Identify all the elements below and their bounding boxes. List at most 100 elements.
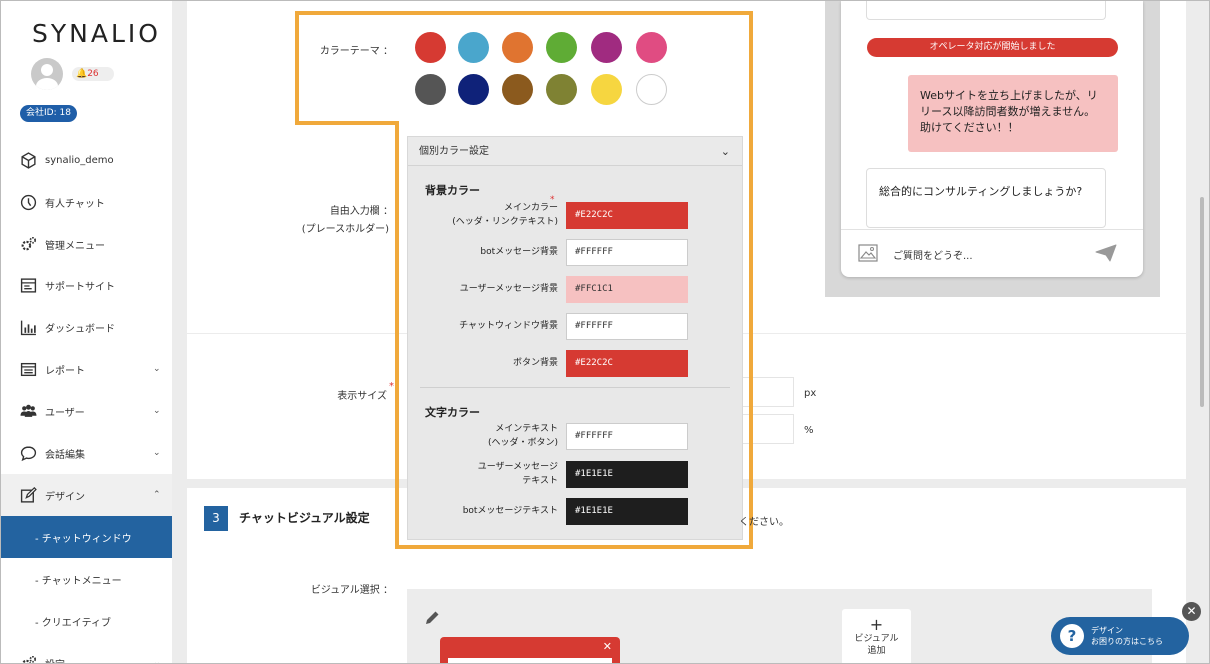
- sidebar-item-conversation-edit[interactable]: 会話編集 ⌄: [1, 432, 172, 474]
- chevron-down-icon: ⌄: [153, 406, 161, 416]
- app-window: SYNALIO 🔔26 会社ID: 18 synalio_demo 有人チャット…: [0, 0, 1210, 664]
- chat-preview-window: オペレータ対応が開始しました Webサイトを立ち上げましたが、リリース以降訪問者…: [841, 1, 1143, 277]
- avatar[interactable]: [31, 58, 63, 90]
- color-field-label-line-2: テキスト: [522, 476, 558, 486]
- sidebar: SYNALIO 🔔26 会社ID: 18 synalio_demo 有人チャット…: [1, 1, 172, 664]
- chevron-down-icon: ⌄: [153, 448, 161, 458]
- color-swatch[interactable]: [415, 74, 446, 105]
- close-icon[interactable]: ✕: [603, 640, 612, 653]
- sidebar-item-label: デザイン: [45, 491, 85, 503]
- color-swatch[interactable]: [415, 32, 446, 63]
- chevron-down-icon: ⌄: [153, 364, 161, 374]
- chat-icon: [20, 445, 37, 461]
- sidebar-item-label: synalio_demo: [45, 154, 114, 166]
- visual-thumbnail[interactable]: ✕: [440, 637, 620, 663]
- background-color-section-title: 背景カラー: [425, 184, 480, 197]
- chat-input-bar[interactable]: ご質問をどうぞ...: [841, 229, 1143, 277]
- help-close-button[interactable]: ✕: [1182, 602, 1201, 621]
- visual-select-label: ビジュアル選択 ：: [310, 585, 393, 596]
- color-field-label: ボタン背景: [418, 356, 558, 370]
- color-swatch[interactable]: [591, 74, 622, 105]
- color-swatch[interactable]: [546, 32, 577, 63]
- color-swatch[interactable]: [636, 32, 667, 63]
- sidebar-item-label: レポート: [45, 365, 85, 377]
- send-icon[interactable]: [1095, 244, 1117, 262]
- previous-message-bubble: [866, 1, 1106, 20]
- sidebar-item-label: サポートサイト: [45, 281, 115, 293]
- sidebar-item-settings[interactable]: 設定 ⌄: [1, 642, 172, 664]
- color-field-input[interactable]: #FFFFFF: [566, 239, 688, 266]
- sidebar-item-design[interactable]: デザイン ⌃: [1, 474, 172, 516]
- color-swatch[interactable]: [458, 32, 489, 63]
- list-icon: [20, 362, 37, 376]
- color-field-label: メインカラー (ヘッダ・リンクテキスト): [418, 201, 558, 229]
- cube-icon: [21, 151, 36, 169]
- edit-icon: [20, 486, 37, 503]
- color-field-label-line-1: ユーザーメッセージ: [477, 462, 558, 472]
- sidebar-item-label: 設定: [45, 656, 65, 664]
- section-hint: ください。: [739, 517, 789, 528]
- color-field-label: botメッセージテキスト: [418, 504, 558, 518]
- individual-color-header[interactable]: 個別カラー設定 ⌄: [408, 137, 742, 166]
- color-field-label-line-1: チャットウィンドウ背景: [459, 321, 558, 331]
- sidebar-item-label: - チャットメニュー: [35, 575, 122, 587]
- sidebar-item-label: 有人チャット: [45, 198, 105, 210]
- sidebar-item-admin-menu[interactable]: 管理メニュー: [1, 223, 172, 265]
- sidebar-item-report[interactable]: レポート ⌄: [1, 348, 172, 390]
- sidebar-item-label: - クリエイティブ: [35, 617, 111, 629]
- required-mark: *: [389, 381, 394, 392]
- color-swatch[interactable]: [458, 74, 489, 105]
- bar-chart-icon: [20, 320, 36, 335]
- pct-unit: %: [804, 425, 814, 436]
- color-field-label-line-2: (ヘッダ・リンクテキスト): [452, 217, 558, 227]
- individual-color-panel: 個別カラー設定 ⌄ 背景カラー 文字カラー メインカラー (ヘッダ・リンクテキスト…: [407, 136, 743, 540]
- pencil-icon[interactable]: [425, 610, 440, 625]
- settings-icon: [21, 655, 37, 663]
- add-visual-button[interactable]: + ビジュアル 追加: [842, 609, 911, 663]
- color-field-label-line-1: メインテキスト: [495, 424, 558, 434]
- sidebar-item-synalio-demo[interactable]: synalio_demo: [1, 139, 172, 181]
- chevron-up-icon: ⌃: [153, 490, 161, 500]
- logo: SYNALIO: [32, 19, 161, 48]
- user-message-bubble: Webサイトを立ち上げましたが、リリース以降訪問者数が増えません。助けてください…: [908, 75, 1118, 152]
- color-field-input[interactable]: #1E1E1E: [566, 461, 688, 488]
- notification-badge[interactable]: 🔔26: [72, 67, 114, 81]
- sidebar-item-label: 会話編集: [45, 449, 85, 461]
- color-swatch[interactable]: [502, 74, 533, 105]
- thumbnail-body: [448, 658, 612, 663]
- display-size-pct-input[interactable]: [743, 414, 794, 444]
- color-field-label: botメッセージ背景: [418, 245, 558, 259]
- sidebar-subitem-chat-window[interactable]: - チャットウィンドウ: [1, 516, 172, 558]
- color-field-input[interactable]: #E22C2C: [566, 350, 688, 377]
- color-field-input[interactable]: #FFC1C1: [566, 276, 688, 303]
- sidebar-subitem-creative[interactable]: - クリエイティブ: [1, 600, 172, 642]
- color-swatch[interactable]: [591, 32, 622, 63]
- sidebar-item-users[interactable]: ユーザー ⌄: [1, 390, 172, 432]
- color-field-label-line-1: botメッセージ背景: [480, 247, 558, 257]
- help-button[interactable]: ? デザイン お困りの方はこちら: [1051, 617, 1189, 655]
- display-size-px-input[interactable]: [743, 377, 794, 407]
- color-swatch[interactable]: [502, 32, 533, 63]
- color-field-input[interactable]: #FFFFFF: [566, 423, 688, 450]
- chevron-down-icon[interactable]: ⌄: [721, 137, 730, 166]
- image-icon[interactable]: [858, 244, 878, 262]
- color-swatch[interactable]: [636, 74, 667, 105]
- color-field-input[interactable]: #FFFFFF: [566, 313, 688, 340]
- scrollbar[interactable]: [1200, 197, 1204, 407]
- color-theme-label: カラーテーマ ：: [319, 46, 393, 57]
- color-field-label: メインテキスト (ヘッダ・ボタン): [418, 422, 558, 450]
- color-field-label: ユーザーメッセージテキスト: [418, 460, 558, 488]
- question-icon: ?: [1060, 624, 1084, 648]
- color-swatch[interactable]: [546, 74, 577, 105]
- sidebar-subitem-chat-menu[interactable]: - チャットメニュー: [1, 558, 172, 600]
- color-field-label-line-2: (ヘッダ・ボタン): [487, 438, 558, 448]
- color-field-input[interactable]: #E22C2C: [566, 202, 688, 229]
- sidebar-item-live-chat[interactable]: 有人チャット: [1, 181, 172, 223]
- sidebar-item-label: ダッシュボード: [45, 323, 115, 335]
- color-field-label: ユーザーメッセージ背景: [418, 282, 558, 296]
- sidebar-item-dashboard[interactable]: ダッシュボード: [1, 306, 172, 348]
- bot-message-bubble: 総合的にコンサルティングしましょうか?: [866, 168, 1106, 228]
- chat-input-placeholder[interactable]: ご質問をどうぞ...: [893, 247, 973, 262]
- color-field-input[interactable]: #1E1E1E: [566, 498, 688, 525]
- sidebar-item-support-site[interactable]: サポートサイト: [1, 264, 172, 306]
